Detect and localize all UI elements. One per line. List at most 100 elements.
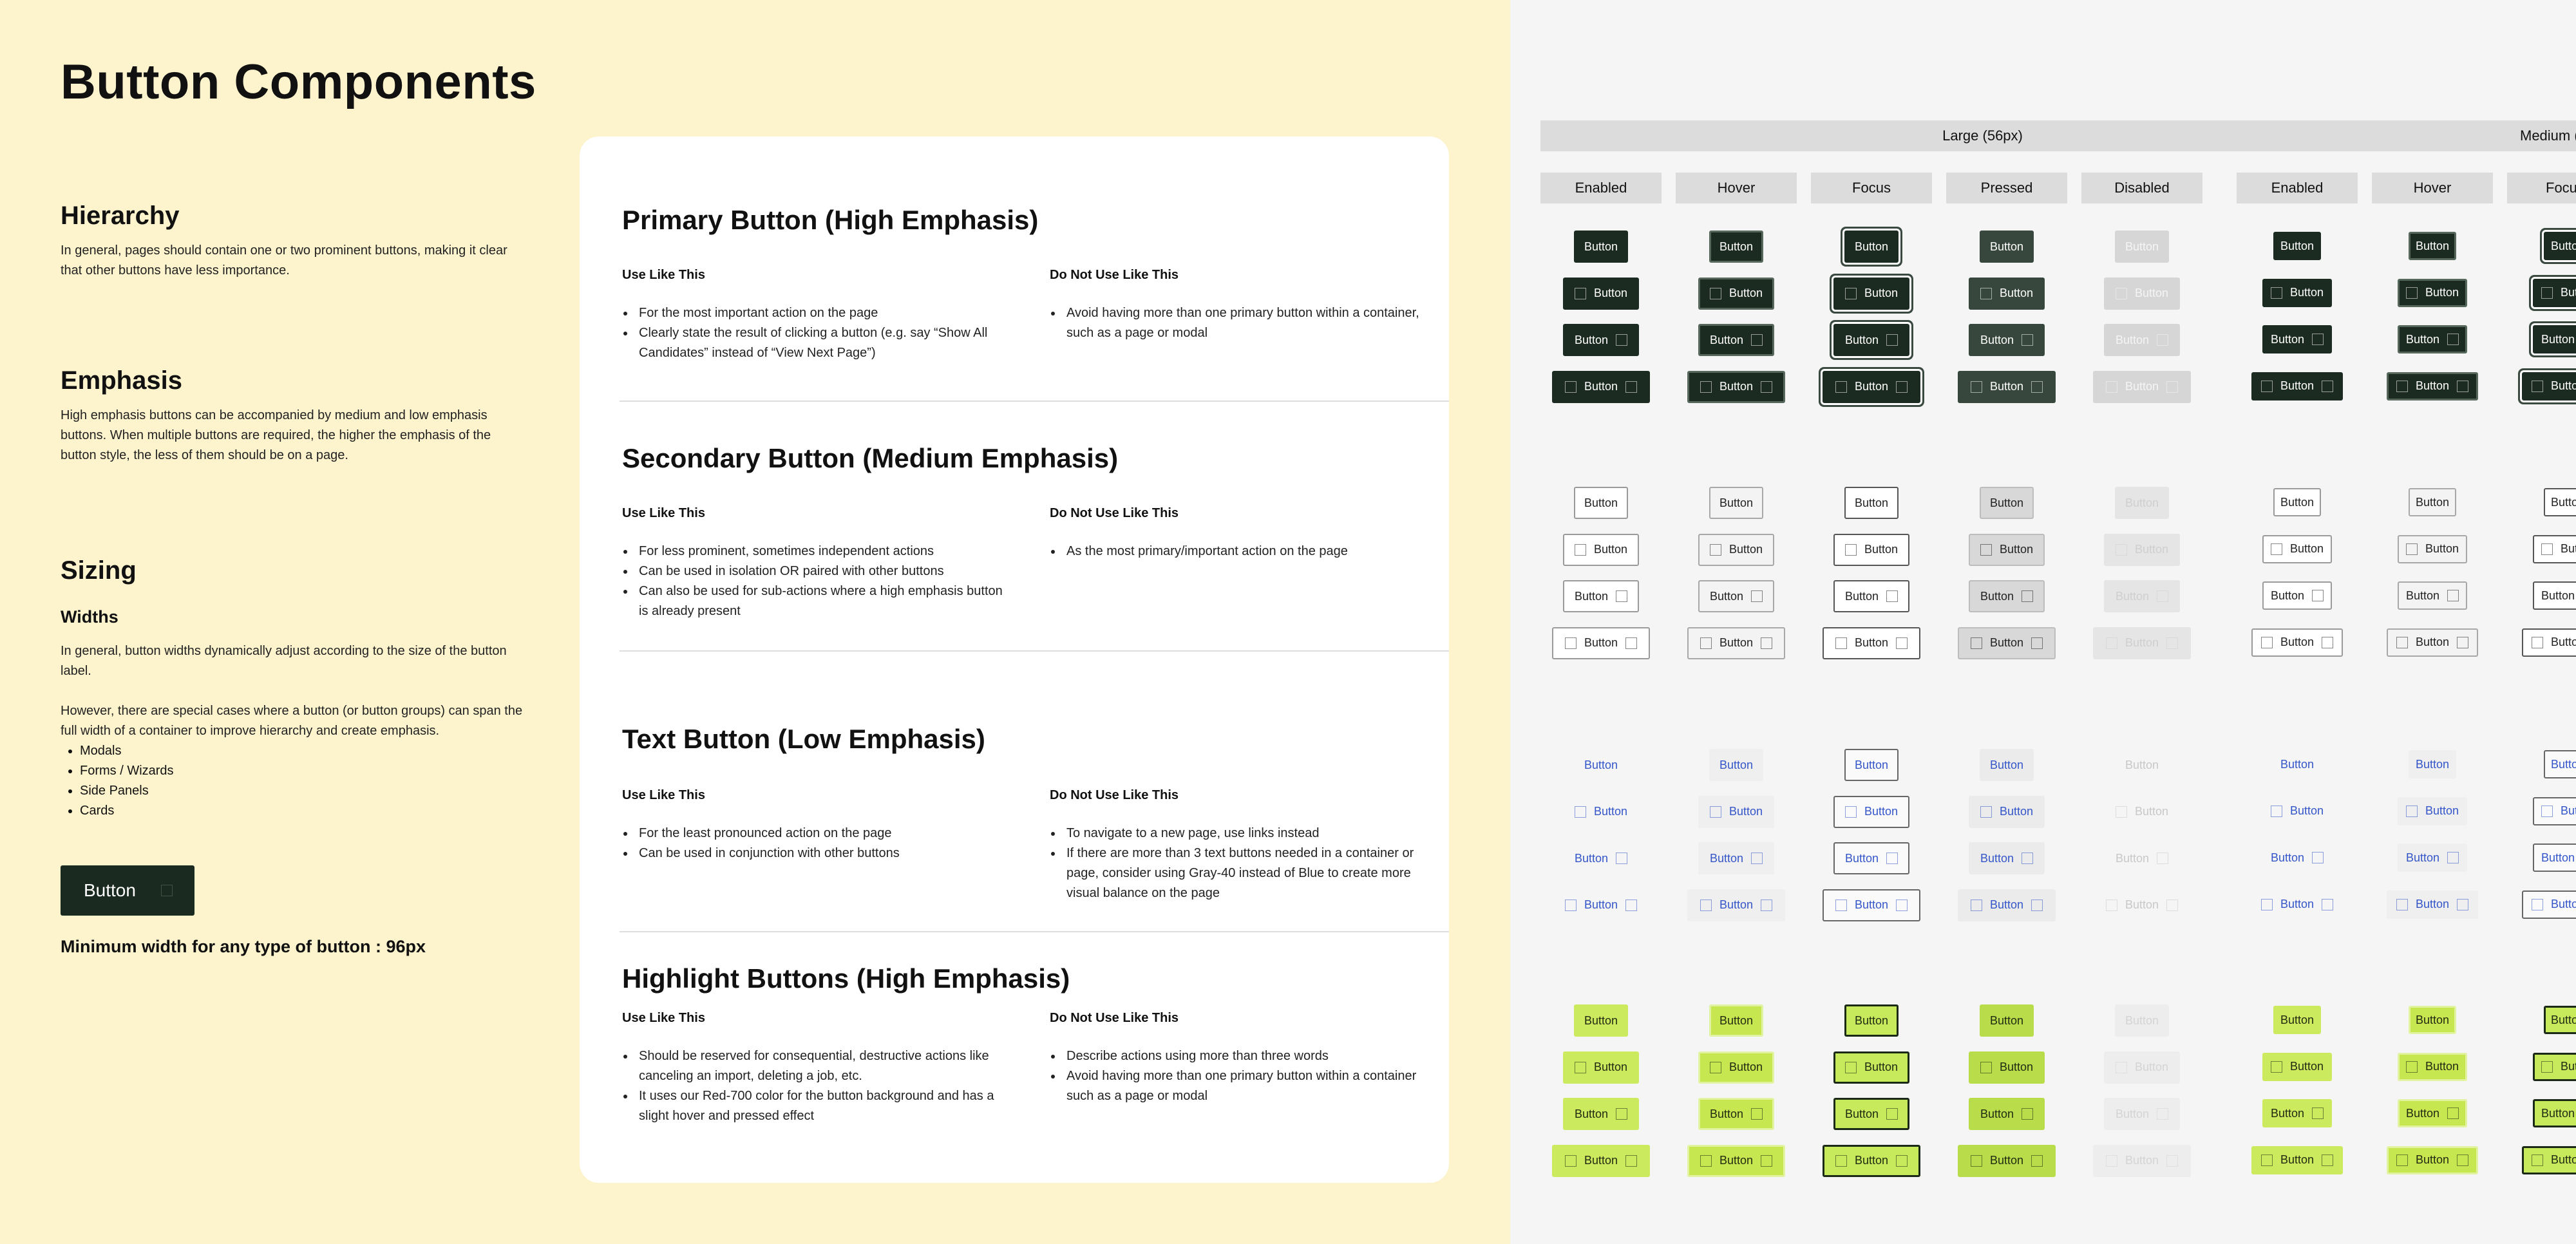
highlight-large-disabled-icon-both-button[interactable]: Button — [2093, 1144, 2191, 1177]
secondary-medium-hover-label-only-button[interactable]: Button — [2409, 488, 2456, 516]
secondary-medium-focus-label-only-button[interactable]: Button — [2544, 488, 2576, 516]
text-large-enabled-icon-right-button[interactable]: Button — [1563, 842, 1639, 874]
text-large-focus-icon-right-button[interactable]: Button — [1833, 842, 1909, 874]
secondary-large-hover-icon-both-button[interactable]: Button — [1687, 627, 1785, 659]
highlight-large-disabled-label-only-button[interactable]: Button — [2115, 1004, 2169, 1037]
primary-medium-enabled-label-only-button[interactable]: Button — [2273, 232, 2321, 260]
secondary-large-enabled-icon-right-button[interactable]: Button — [1563, 580, 1639, 612]
highlight-large-hover-icon-both-button[interactable]: Button — [1687, 1144, 1785, 1177]
highlight-large-focus-icon-both-button[interactable]: Button — [1823, 1144, 1920, 1177]
secondary-medium-focus-icon-right-button[interactable]: Button — [2533, 581, 2576, 610]
highlight-large-focus-icon-left-button[interactable]: Button — [1833, 1051, 1909, 1084]
primary-medium-hover-icon-left-button[interactable]: Button — [2398, 278, 2467, 307]
highlight-medium-focus-icon-right-button[interactable]: Button — [2533, 1099, 2576, 1127]
text-large-pressed-icon-left-button[interactable]: Button — [1969, 795, 2045, 828]
primary-large-focus-icon-left-button[interactable]: Button — [1833, 277, 1909, 310]
secondary-large-hover-icon-right-button[interactable]: Button — [1698, 580, 1774, 612]
text-large-disabled-label-only-button[interactable]: Button — [2115, 749, 2169, 781]
text-large-hover-icon-right-button[interactable]: Button — [1698, 842, 1774, 874]
primary-large-focus-icon-right-button[interactable]: Button — [1833, 324, 1909, 356]
highlight-large-enabled-icon-right-button[interactable]: Button — [1563, 1098, 1639, 1130]
highlight-large-enabled-icon-both-button[interactable]: Button — [1552, 1144, 1650, 1177]
primary-large-pressed-icon-both-button[interactable]: Button — [1958, 370, 2056, 403]
secondary-large-pressed-icon-both-button[interactable]: Button — [1958, 627, 2056, 659]
primary-medium-hover-icon-right-button[interactable]: Button — [2398, 325, 2467, 353]
secondary-medium-focus-icon-both-button[interactable]: Button — [2522, 628, 2576, 657]
text-medium-hover-icon-right-button[interactable]: Button — [2398, 843, 2467, 872]
text-large-pressed-icon-right-button[interactable]: Button — [1969, 842, 2045, 874]
highlight-medium-hover-icon-left-button[interactable]: Button — [2398, 1052, 2467, 1081]
secondary-medium-enabled-icon-left-button[interactable]: Button — [2262, 534, 2332, 563]
secondary-medium-hover-icon-right-button[interactable]: Button — [2398, 581, 2467, 610]
text-large-disabled-icon-left-button[interactable]: Button — [2104, 796, 2180, 828]
highlight-large-hover-icon-left-button[interactable]: Button — [1698, 1051, 1774, 1084]
primary-large-enabled-label-only-button[interactable]: Button — [1574, 231, 1628, 263]
secondary-large-disabled-icon-both-button[interactable]: Button — [2093, 627, 2191, 659]
highlight-medium-focus-icon-left-button[interactable]: Button — [2533, 1052, 2576, 1081]
text-medium-focus-icon-both-button[interactable]: Button — [2522, 890, 2576, 919]
highlight-large-pressed-label-only-button[interactable]: Button — [1980, 1004, 2034, 1037]
text-large-hover-icon-both-button[interactable]: Button — [1687, 889, 1785, 921]
highlight-large-pressed-icon-right-button[interactable]: Button — [1969, 1098, 2045, 1130]
highlight-medium-hover-label-only-button[interactable]: Button — [2409, 1006, 2456, 1034]
text-large-enabled-label-only-button[interactable]: Button — [1574, 749, 1628, 781]
primary-medium-hover-icon-both-button[interactable]: Button — [2387, 372, 2478, 401]
highlight-large-hover-icon-right-button[interactable]: Button — [1698, 1098, 1774, 1130]
highlight-medium-enabled-icon-left-button[interactable]: Button — [2262, 1052, 2332, 1081]
highlight-medium-enabled-icon-both-button[interactable]: Button — [2251, 1145, 2343, 1174]
text-large-focus-icon-left-button[interactable]: Button — [1833, 795, 1909, 828]
text-medium-focus-label-only-button[interactable]: Button — [2544, 750, 2576, 778]
text-large-disabled-icon-right-button[interactable]: Button — [2104, 842, 2180, 874]
secondary-medium-enabled-icon-both-button[interactable]: Button — [2251, 628, 2343, 657]
secondary-medium-focus-icon-left-button[interactable]: Button — [2533, 534, 2576, 563]
primary-large-disabled-icon-left-button[interactable]: Button — [2104, 277, 2180, 310]
secondary-large-focus-label-only-button[interactable]: Button — [1844, 487, 1899, 519]
secondary-large-disabled-icon-left-button[interactable]: Button — [2104, 533, 2180, 566]
secondary-medium-hover-icon-both-button[interactable]: Button — [2387, 628, 2478, 657]
text-large-hover-icon-left-button[interactable]: Button — [1698, 795, 1774, 828]
highlight-large-hover-label-only-button[interactable]: Button — [1709, 1004, 1763, 1037]
primary-large-hover-icon-both-button[interactable]: Button — [1687, 370, 1785, 403]
text-large-pressed-label-only-button[interactable]: Button — [1980, 749, 2034, 781]
primary-large-pressed-icon-left-button[interactable]: Button — [1969, 277, 2045, 310]
primary-large-enabled-icon-left-button[interactable]: Button — [1563, 277, 1639, 310]
secondary-large-disabled-label-only-button[interactable]: Button — [2115, 487, 2169, 519]
secondary-large-focus-icon-left-button[interactable]: Button — [1833, 533, 1909, 566]
min-width-demo-button[interactable]: Button — [61, 865, 194, 916]
secondary-medium-enabled-icon-right-button[interactable]: Button — [2262, 581, 2332, 610]
secondary-large-pressed-icon-left-button[interactable]: Button — [1969, 533, 2045, 566]
primary-large-enabled-icon-right-button[interactable]: Button — [1563, 324, 1639, 356]
primary-medium-enabled-icon-right-button[interactable]: Button — [2262, 325, 2332, 353]
highlight-medium-focus-icon-both-button[interactable]: Button — [2522, 1145, 2576, 1174]
text-large-hover-label-only-button[interactable]: Button — [1709, 749, 1763, 781]
primary-medium-hover-label-only-button[interactable]: Button — [2409, 232, 2456, 260]
text-large-disabled-icon-both-button[interactable]: Button — [2093, 889, 2191, 921]
highlight-large-disabled-icon-left-button[interactable]: Button — [2104, 1051, 2180, 1084]
primary-large-focus-label-only-button[interactable]: Button — [1844, 231, 1899, 263]
highlight-large-enabled-icon-left-button[interactable]: Button — [1563, 1051, 1639, 1084]
highlight-medium-hover-icon-both-button[interactable]: Button — [2387, 1145, 2478, 1174]
text-large-enabled-icon-left-button[interactable]: Button — [1563, 796, 1639, 828]
highlight-medium-hover-icon-right-button[interactable]: Button — [2398, 1099, 2467, 1127]
highlight-large-focus-icon-right-button[interactable]: Button — [1833, 1098, 1909, 1130]
text-large-enabled-icon-both-button[interactable]: Button — [1552, 889, 1650, 921]
primary-large-pressed-label-only-button[interactable]: Button — [1980, 231, 2034, 263]
primary-large-disabled-label-only-button[interactable]: Button — [2115, 231, 2169, 263]
primary-medium-focus-label-only-button[interactable]: Button — [2544, 232, 2576, 260]
secondary-large-enabled-icon-both-button[interactable]: Button — [1552, 627, 1650, 659]
primary-large-enabled-icon-both-button[interactable]: Button — [1552, 370, 1650, 403]
highlight-large-disabled-icon-right-button[interactable]: Button — [2104, 1098, 2180, 1130]
highlight-medium-enabled-label-only-button[interactable]: Button — [2273, 1006, 2321, 1034]
text-medium-enabled-icon-right-button[interactable]: Button — [2262, 843, 2332, 872]
primary-medium-focus-icon-both-button[interactable]: Button — [2522, 372, 2576, 401]
text-medium-hover-label-only-button[interactable]: Button — [2409, 750, 2456, 778]
secondary-large-disabled-icon-right-button[interactable]: Button — [2104, 580, 2180, 612]
primary-medium-enabled-icon-left-button[interactable]: Button — [2262, 278, 2332, 307]
text-large-pressed-icon-both-button[interactable]: Button — [1958, 889, 2056, 921]
text-large-focus-label-only-button[interactable]: Button — [1844, 749, 1899, 781]
secondary-large-pressed-label-only-button[interactable]: Button — [1980, 487, 2034, 519]
primary-medium-focus-icon-left-button[interactable]: Button — [2533, 278, 2576, 307]
text-medium-focus-icon-right-button[interactable]: Button — [2533, 843, 2576, 872]
primary-large-disabled-icon-right-button[interactable]: Button — [2104, 324, 2180, 356]
text-medium-enabled-icon-both-button[interactable]: Button — [2251, 891, 2343, 919]
